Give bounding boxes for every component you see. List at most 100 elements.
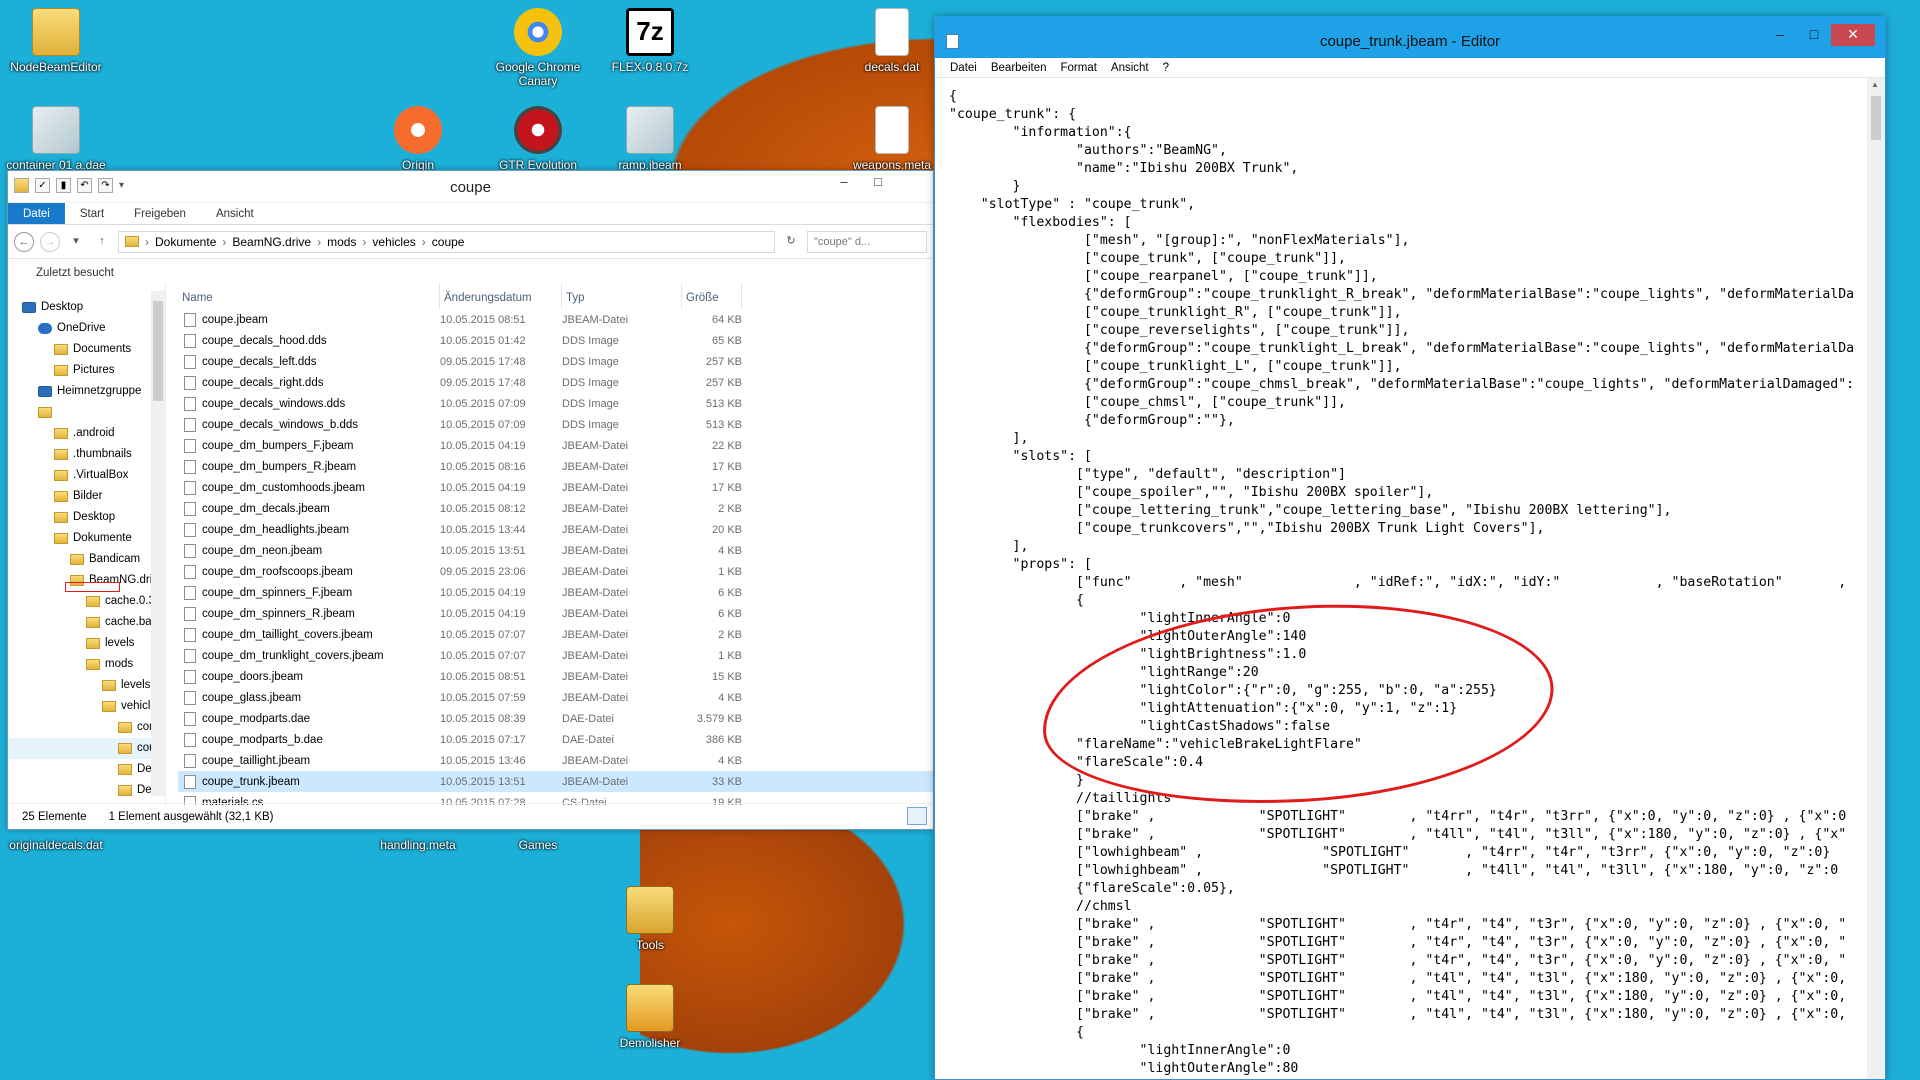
desktop-icon-tools[interactable]: Tools [594,886,706,952]
file-row[interactable]: coupe_dm_bumpers_F.jbeam 10.05.2015 04:19… [178,435,933,456]
code-text[interactable]: {"coupe_trunk": { "information":{ "autho… [949,88,1867,1078]
tab-datei[interactable]: Datei [8,203,65,224]
menu-help[interactable]: ? [1158,62,1174,74]
breadcrumb-separator-icon[interactable]: › [317,235,321,249]
column-type[interactable]: Typ [562,283,682,309]
nav-item[interactable]: container [8,717,165,738]
tab-start[interactable]: Start [65,203,119,224]
breadcrumb-separator-icon[interactable]: › [145,235,149,249]
file-row[interactable]: coupe_dm_customhoods.jbeam 10.05.2015 04:… [178,477,933,498]
desktop-icon-container-01-a-dae[interactable]: container 01 a.dae [0,106,112,172]
up-button[interactable]: ↑ [92,232,112,252]
breadcrumb-separator-icon[interactable]: › [422,235,426,249]
nav-item[interactable] [8,402,165,423]
close-button[interactable]: ✕ [1831,24,1875,46]
breadcrumb-item[interactable]: BeamNG.drive [232,235,311,249]
nav-item[interactable]: Documents [8,339,165,360]
scroll-up-icon[interactable]: ▲ [1871,80,1879,89]
desktop-icon-origin[interactable]: Origin [362,106,474,172]
breadcrumb-item[interactable]: vehicles [372,235,415,249]
nav-item[interactable]: Desktop [8,297,165,318]
forward-button[interactable]: → [40,231,60,252]
breadcrumb-separator-icon[interactable]: › [222,235,226,249]
desktop-icon-handling-meta[interactable]: handling.meta [362,838,474,852]
desktop-icon-originaldecals-dat[interactable]: originaldecals.dat [0,838,112,852]
editor-scrollbar-thumb[interactable] [1871,96,1881,140]
file-row[interactable]: coupe_dm_bumpers_R.jbeam 10.05.2015 08:16… [178,456,933,477]
nav-item[interactable]: mods [8,654,165,675]
nav-item[interactable]: cache.backup [8,612,165,633]
file-row[interactable]: coupe_modparts.dae 10.05.2015 08:39 DAE-Da… [178,708,933,729]
nav-item[interactable]: vehicles [8,696,165,717]
breadcrumb[interactable]: › Dokumente › BeamNG.drive › mods › vehicles › co… [118,230,775,253]
nav-item[interactable]: Desktop [8,507,165,528]
breadcrumb-separator-icon[interactable]: › [362,235,366,249]
nav-item[interactable]: coupe [8,738,165,759]
file-row[interactable]: coupe_glass.jbeam 10.05.2015 07:59 JBEAM-D… [178,687,933,708]
file-row[interactable]: coupe_dm_decals.jbeam 10.05.2015 08:12 JBE… [178,498,933,519]
file-row[interactable]: coupe_doors.jbeam 10.05.2015 08:51 JBEAM-D… [178,666,933,687]
file-explorer-window[interactable]: ✓ ▮ ↶ ↷ ▾ coupe – □ Datei Start Freigebe… [7,170,934,830]
nav-item[interactable]: Dokumente [8,528,165,549]
nav-item[interactable]: OneDrive [8,318,165,339]
nav-scrollbar[interactable] [151,291,165,796]
file-row[interactable]: coupe.jbeam 10.05.2015 08:51 JBEAM-Datei 64… [178,309,933,330]
column-size[interactable]: Größe [682,283,742,309]
nav-item[interactable]: levels [8,675,165,696]
file-row[interactable]: coupe_decals_windows.dds 10.05.2015 07:09… [178,393,933,414]
recent-label[interactable]: Zuletzt besucht [36,267,114,279]
close-button[interactable] [895,171,929,195]
nav-item[interactable]: Pictures [8,360,165,381]
file-row[interactable]: coupe_dm_trunklight_covers.jbeam 10.05.20… [178,645,933,666]
file-row[interactable]: coupe_dm_roofscoops.jbeam 09.05.2015 23:0… [178,561,933,582]
menu-bearbeiten[interactable]: Bearbeiten [986,62,1052,74]
file-row[interactable]: coupe_taillight.jbeam 10.05.2015 13:46 JBE… [178,750,933,771]
desktop-icon-weapons-meta[interactable]: weapons.meta [836,106,948,172]
desktop-icon-nodebeameditor[interactable]: NodeBeamEditor [0,8,112,74]
desktop-icon-ramp-jbeam[interactable]: ramp.jbeam [594,106,706,172]
nav-item[interactable]: Death Ca [8,780,165,801]
file-row[interactable]: coupe_decals_right.dds 09.05.2015 17:48 DD… [178,372,933,393]
nav-item[interactable]: .android [8,423,165,444]
nav-item[interactable]: cache.0.3.8 [8,591,165,612]
file-row[interactable]: coupe_dm_spinners_R.jbeam 10.05.2015 04:1… [178,603,933,624]
nav-scrollbar-thumb[interactable] [153,301,163,401]
desktop-icon-decals-dat[interactable]: decals.dat [836,8,948,74]
text-area[interactable]: {"coupe_trunk": { "information":{ "autho… [935,78,1867,1079]
desktop-icon-google-chrome-canary[interactable]: Google Chrome Canary [482,8,594,88]
desktop-icon-demolisher[interactable]: Demolisher [594,984,706,1050]
maximize-button[interactable]: □ [861,171,895,195]
file-row[interactable]: coupe_dm_headlights.jbeam 10.05.2015 13:4… [178,519,933,540]
column-date[interactable]: Änderungsdatum [440,283,562,309]
breadcrumb-item[interactable]: mods [327,235,356,249]
explorer-titlebar[interactable]: ✓ ▮ ↶ ↷ ▾ coupe – □ [8,171,933,203]
editor-scrollbar[interactable]: ▲ [1867,78,1885,1079]
file-row[interactable]: coupe_decals_windows_b.dds 10.05.2015 07:… [178,414,933,435]
maximize-button[interactable]: □ [1797,24,1831,46]
minimize-button[interactable]: – [1763,24,1797,46]
nav-item[interactable]: .VirtualBox [8,465,165,486]
menu-datei[interactable]: Datei [945,62,982,74]
tab-freigeben[interactable]: Freigeben [119,203,201,224]
minimize-button[interactable]: – [827,171,861,195]
desktop-icon-games[interactable]: Games [482,838,594,852]
nav-item[interactable]: Death Bo [8,759,165,780]
nav-item[interactable]: Bandicam [8,549,165,570]
file-row[interactable]: coupe_decals_left.dds 09.05.2015 17:48 DDS… [178,351,933,372]
nav-item[interactable]: levels [8,633,165,654]
file-row[interactable]: coupe_modparts_b.dae 10.05.2015 07:17 DAE-… [178,729,933,750]
column-name[interactable]: Name [178,283,440,309]
details-view-button[interactable] [907,807,927,825]
menu-format[interactable]: Format [1055,62,1101,74]
file-row[interactable]: coupe_dm_spinners_F.jbeam 10.05.2015 04:1… [178,582,933,603]
file-row[interactable]: coupe_dm_neon.jbeam 10.05.2015 13:51 JBEAM… [178,540,933,561]
breadcrumb-item[interactable]: coupe [432,235,465,249]
nav-item[interactable]: .thumbnails [8,444,165,465]
file-row[interactable]: coupe_dm_taillight_covers.jbeam 10.05.201… [178,624,933,645]
editor-titlebar[interactable]: coupe_trunk.jbeam - Editor – □ ✕ [935,24,1885,58]
nav-item[interactable]: Bilder [8,486,165,507]
desktop-icon-flex-0-8-0-7z[interactable]: 7z FLEX-0.8.0.7z [594,8,706,74]
search-input[interactable]: "coupe" d... [807,230,927,253]
back-button[interactable]: ← [14,231,34,252]
file-row[interactable]: coupe_decals_hood.dds 10.05.2015 01:42 DDS… [178,330,933,351]
